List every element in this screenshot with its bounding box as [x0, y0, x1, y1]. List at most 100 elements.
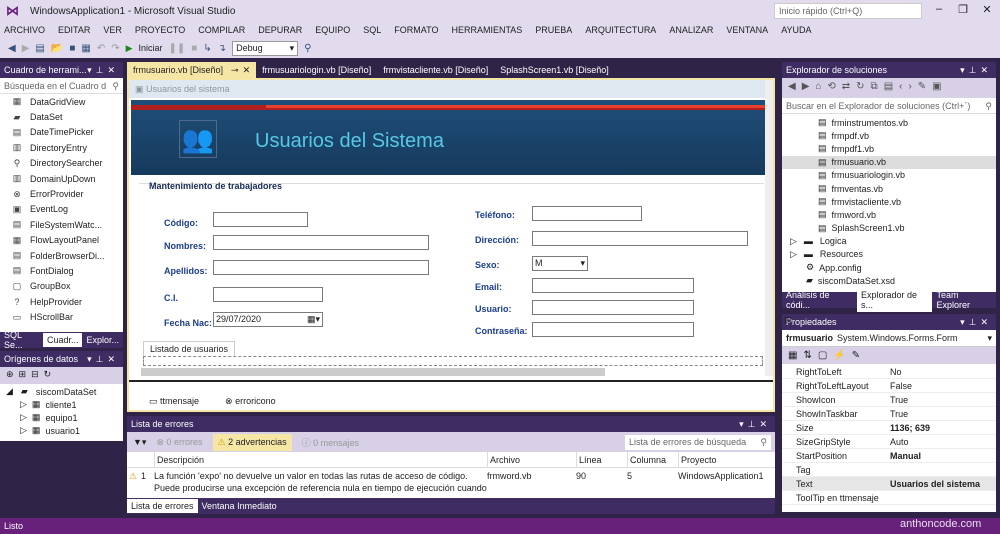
document-tab[interactable]: frmvistacliente.vb [Diseño]: [377, 62, 494, 78]
tree-node-table[interactable]: ▷ ▦ cliente1: [0, 398, 123, 411]
save-all-icon[interactable]: ▦: [81, 43, 90, 54]
menu-compilar[interactable]: COMPILAR: [198, 25, 245, 35]
solution-file[interactable]: ▤ frmusuariologin.vb: [782, 169, 996, 182]
solution-tab[interactable]: Explorador de s...: [857, 288, 933, 312]
pause-icon[interactable]: ❚❚: [169, 43, 186, 54]
save-icon[interactable]: ■: [69, 43, 75, 54]
expand-icon[interactable]: ⊞: [784, 315, 792, 326]
toolbox-item[interactable]: ▣ EventLog: [0, 202, 123, 217]
tab-listado-usuarios[interactable]: Listado de usuarios: [143, 341, 236, 356]
property-value[interactable]: False: [886, 379, 912, 392]
property-row[interactable]: RightToLeft No: [782, 365, 996, 379]
menu-analizar[interactable]: ANALIZAR: [669, 25, 713, 35]
tree-node-table[interactable]: ▷ ▦ usuario1: [0, 424, 123, 437]
column-header[interactable]: Descripción: [154, 452, 487, 468]
property-value[interactable]: Usuarios del sistema: [886, 477, 980, 490]
tree-node-table[interactable]: ▷ ▦ equipo1: [0, 411, 123, 424]
menu-depurar[interactable]: DEPURAR: [258, 25, 302, 35]
solution-file[interactable]: ▤ frmpdf.vb: [782, 129, 996, 142]
field-input[interactable]: [213, 260, 429, 275]
close-tab-icon[interactable]: ✕: [243, 65, 251, 75]
toolbox-item[interactable]: ▰ DataSet: [0, 109, 123, 124]
error-panel-tab[interactable]: Ventana Inmediato: [198, 499, 281, 513]
column-header[interactable]: Línea: [576, 452, 627, 468]
solution-file[interactable]: ▤ frminstrumentos.vb: [782, 116, 996, 129]
solution-file[interactable]: ▤ frmusuario.vb: [782, 155, 996, 169]
object-selector[interactable]: frmusuario System.Windows.Forms.Form ▾: [782, 330, 996, 347]
toolbox-item[interactable]: ▤ FileSystemWatc...: [0, 217, 123, 232]
property-row[interactable]: ToolTip en ttmensaje: [782, 491, 996, 505]
panel-controls-icon[interactable]: ▾⊥✕: [739, 419, 771, 430]
vertical-scrollbar[interactable]: [765, 80, 773, 376]
configuration-select[interactable]: Debug ▾: [232, 40, 299, 56]
panel-controls-icon[interactable]: ▾⊥✕: [960, 317, 992, 328]
start-button[interactable]: Iniciar: [139, 43, 163, 53]
toolbox-item[interactable]: ▦ FlowLayoutPanel: [0, 233, 123, 248]
property-row[interactable]: Text Usuarios del sistema: [782, 477, 996, 491]
field-input[interactable]: [532, 278, 694, 293]
solution-folder[interactable]: ▷ ▬ Resources: [782, 248, 996, 261]
table-row[interactable]: ⚠ 1 La función 'expo' no devuelve un val…: [127, 468, 775, 498]
solution-file[interactable]: ▤ frmventas.vb: [782, 182, 996, 195]
filter-icon[interactable]: ▼▾: [133, 437, 146, 448]
solution-tab[interactable]: Team Explorer: [932, 288, 996, 312]
document-tab[interactable]: frmusuariologin.vb [Diseño]: [256, 62, 377, 78]
toolbox-item[interactable]: ⚲ DirectorySearcher: [0, 156, 123, 171]
start-icon[interactable]: ▶: [126, 43, 133, 54]
field-input[interactable]: [213, 212, 308, 227]
property-value[interactable]: [886, 463, 890, 476]
menu-sql[interactable]: SQL: [363, 25, 381, 35]
attach-icon[interactable]: ⚲: [304, 43, 311, 54]
solution-file[interactable]: ⚙ App.config: [782, 261, 996, 274]
column-header[interactable]: Archivo: [487, 452, 576, 468]
redo-icon[interactable]: ↷: [111, 43, 119, 54]
tray-ttmensaje[interactable]: ▭ ttmensaje: [149, 396, 199, 406]
menu-arquitectura[interactable]: ARQUITECTURA: [585, 25, 656, 35]
property-row[interactable]: Size ⊞ 1136; 639: [782, 315, 996, 435]
solution-tab[interactable]: Análisis de códi...: [782, 288, 857, 312]
toolbox-tab[interactable]: SQL Se...: [0, 328, 43, 352]
solution-folder[interactable]: ▷ ▬ Logica: [782, 235, 996, 248]
error-panel-tab[interactable]: Lista de errores: [127, 499, 198, 513]
close-button[interactable]: ✕: [976, 3, 998, 16]
minimize-button[interactable]: –: [928, 3, 950, 15]
property-row[interactable]: StartPosition Manual: [782, 449, 996, 463]
toolbox-item[interactable]: ▭ HScrollBar: [0, 309, 123, 324]
warnings-filter-button[interactable]: ⚠ 2 advertencias: [212, 433, 292, 451]
toolbox-item[interactable]: ▤ FontDialog: [0, 263, 123, 278]
document-tab[interactable]: SplashScreen1.vb [Diseño]: [494, 62, 615, 78]
step-into-icon[interactable]: ↳: [203, 43, 211, 54]
field-input[interactable]: [532, 300, 694, 315]
menu-ver[interactable]: VER: [103, 25, 122, 35]
toolbox-item[interactable]: ▦ DataGridView: [0, 94, 123, 109]
toolbox-item[interactable]: ▤ FolderBrowserDi...: [0, 248, 123, 263]
forward-icon[interactable]: ▶: [22, 43, 30, 54]
property-row[interactable]: RightToLeftLayout False: [782, 379, 996, 393]
menu-formato[interactable]: FORMATO: [394, 25, 438, 35]
property-row[interactable]: Tag: [782, 463, 996, 477]
property-value[interactable]: [886, 491, 890, 504]
property-row[interactable]: ShowInTaskbar True: [782, 407, 996, 421]
property-row[interactable]: ShowIcon True: [782, 393, 996, 407]
menu-archivo[interactable]: ARCHIVO: [4, 25, 45, 35]
properties-toolbar[interactable]: ▦⇅▢⚡✎: [782, 347, 996, 364]
quick-launch-input[interactable]: Inicio rápido (Ctrl+Q): [774, 3, 922, 19]
toolbox-item[interactable]: ⊗ ErrorProvider: [0, 186, 123, 201]
property-value[interactable]: True: [886, 393, 908, 406]
property-value[interactable]: True: [886, 407, 908, 420]
solution-search[interactable]: Buscar en el Explorador de soluciones (C…: [782, 98, 996, 114]
toolbox-item[interactable]: ▥ DomainUpDown: [0, 171, 123, 186]
sexo-select[interactable]: M ▾: [532, 256, 588, 271]
toolbox-item[interactable]: ▥ DirectoryEntry: [0, 140, 123, 155]
property-value[interactable]: No: [886, 365, 902, 378]
field-input[interactable]: [532, 322, 694, 337]
tree-node-dataset[interactable]: ◢ ▰ siscomDataSet: [0, 385, 123, 398]
toolbox-tab[interactable]: Cuadr...: [42, 333, 83, 347]
solution-file[interactable]: ▤ frmword.vb: [782, 208, 996, 221]
new-project-icon[interactable]: ▤: [35, 43, 44, 54]
property-row[interactable]: SizeGripStyle Auto: [782, 435, 996, 449]
messages-filter-button[interactable]: ⓘ 0 mensajes: [302, 436, 360, 449]
step-over-icon[interactable]: ↴: [218, 43, 226, 54]
menu-prueba[interactable]: PRUEBA: [535, 25, 572, 35]
open-icon[interactable]: 📂: [51, 43, 63, 54]
